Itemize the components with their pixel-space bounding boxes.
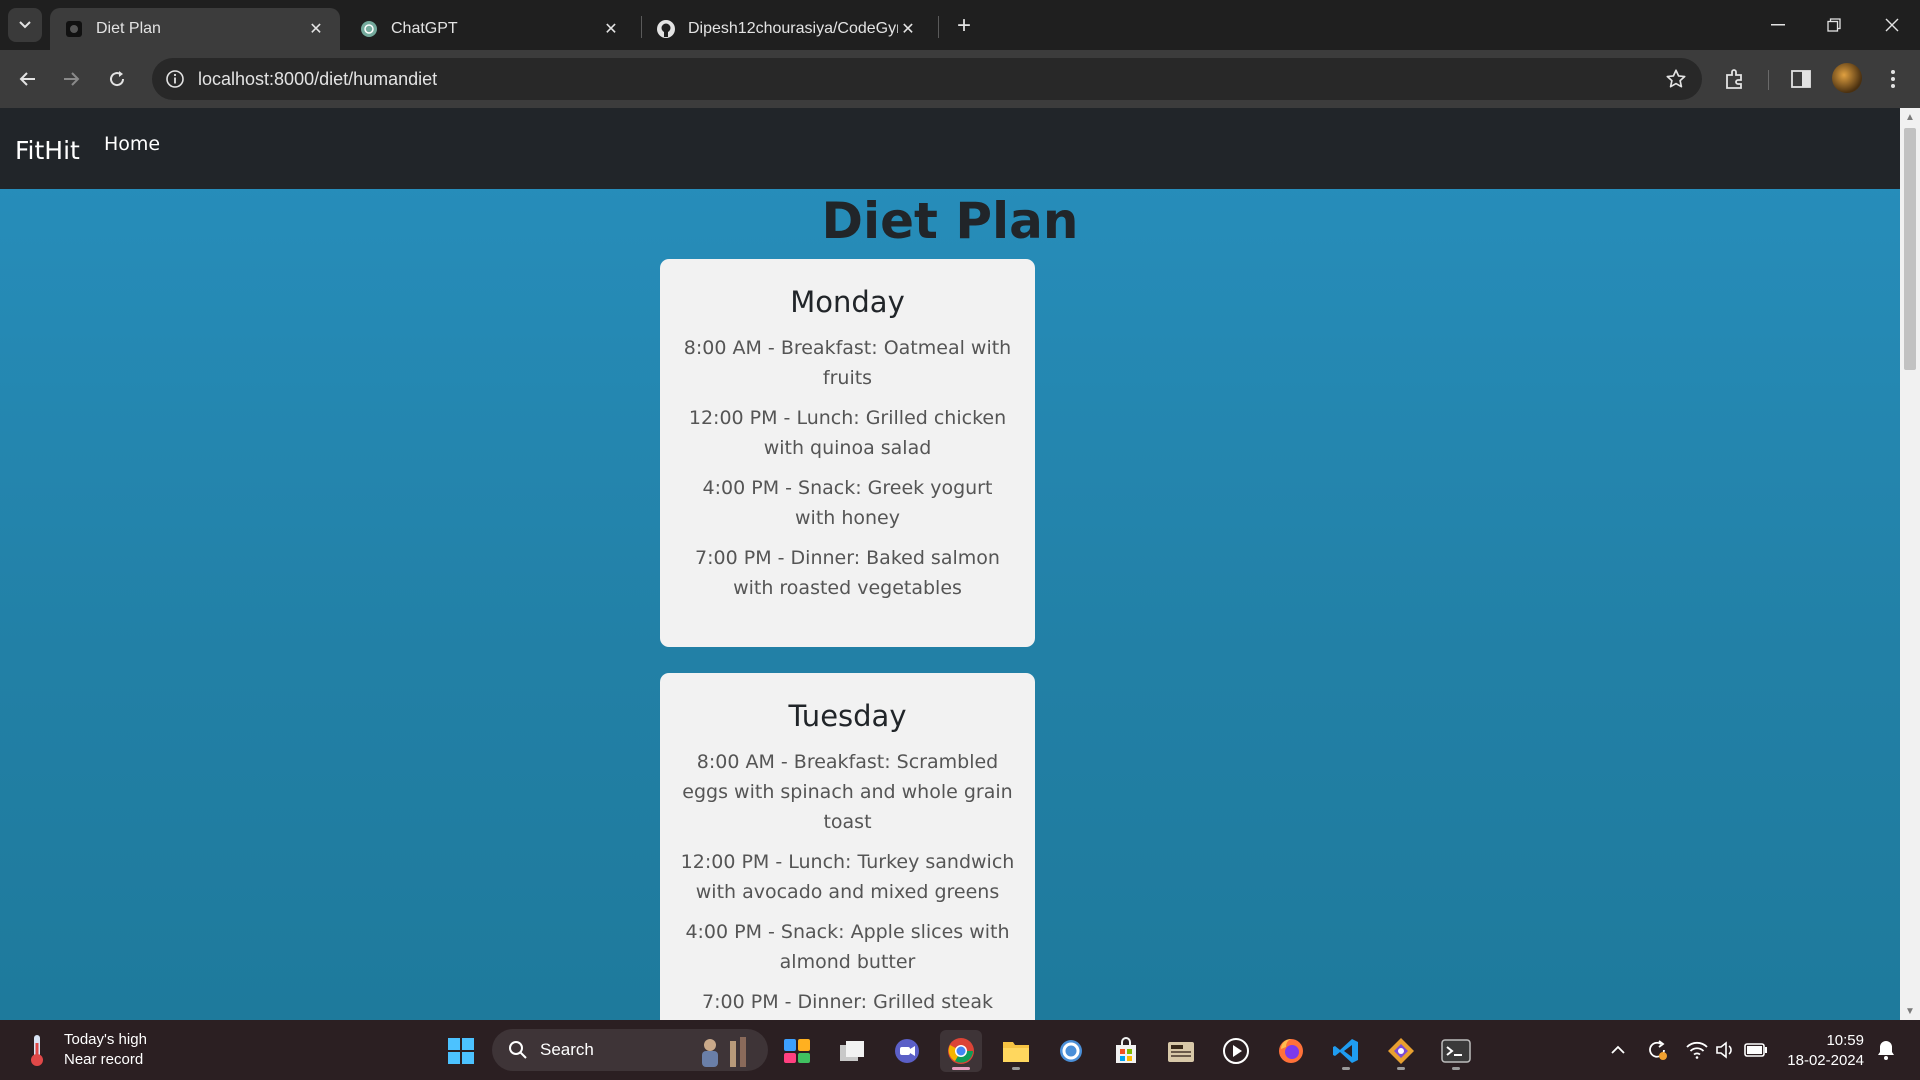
url-text[interactable]: localhost:8000/diet/humandiet bbox=[198, 69, 1664, 90]
tab-title: ChatGPT bbox=[391, 20, 458, 37]
clock-time: 10:59 bbox=[1826, 1032, 1864, 1049]
vscode-icon[interactable] bbox=[1325, 1030, 1367, 1072]
volume-icon[interactable] bbox=[1714, 1038, 1738, 1062]
settings-gear-icon[interactable] bbox=[1050, 1030, 1092, 1072]
meal-item: 8:00 AM - Breakfast: Oatmeal with fruits bbox=[683, 337, 1012, 389]
new-tab-button[interactable]: + bbox=[950, 12, 978, 40]
windows-start-icon[interactable] bbox=[440, 1030, 482, 1072]
close-window-icon[interactable] bbox=[1864, 0, 1920, 50]
github-icon bbox=[656, 19, 676, 39]
site-info-icon[interactable] bbox=[164, 68, 186, 90]
chevron-down-icon bbox=[19, 21, 31, 29]
day-heading: Tuesday bbox=[788, 699, 907, 733]
news-app-icon[interactable] bbox=[1160, 1030, 1202, 1072]
meal-item: 4:00 PM - Snack: Greek yogurt with honey bbox=[702, 477, 993, 529]
day-heading: Monday bbox=[790, 285, 905, 319]
page-viewport: FitHit Home Diet Plan Monday 8:00 AM - B… bbox=[0, 108, 1900, 1020]
tab-search-button[interactable] bbox=[8, 8, 42, 42]
page-scrollbar[interactable]: ▲ ▼ bbox=[1900, 108, 1920, 1020]
tab-chatgpt[interactable]: ChatGPT ✕ bbox=[345, 8, 635, 50]
tab-github[interactable]: Dipesh12chourasiya/CodeGym ✕ bbox=[642, 8, 932, 50]
site-favicon-icon bbox=[64, 19, 84, 39]
forward-icon[interactable] bbox=[55, 62, 89, 96]
thermometer-icon bbox=[24, 1032, 50, 1068]
weather-line2: Near record bbox=[64, 1051, 144, 1068]
weather-widget[interactable]: Today's high Near record bbox=[24, 1030, 147, 1070]
taskbar-clock[interactable]: 10:59 18-02-2024 bbox=[1784, 1031, 1864, 1071]
running-indicator bbox=[1012, 1067, 1020, 1070]
tab-diet-plan[interactable]: Diet Plan ✕ bbox=[50, 8, 340, 50]
active-indicator bbox=[952, 1067, 970, 1070]
browser-tab-strip: Diet Plan ✕ ChatGPT ✕ Dipesh12chourasiya… bbox=[0, 0, 1920, 50]
running-indicator bbox=[1397, 1067, 1405, 1070]
search-label: Search bbox=[540, 1040, 594, 1059]
terminal-icon[interactable] bbox=[1435, 1030, 1477, 1072]
firefox-icon[interactable] bbox=[1270, 1030, 1312, 1072]
windows-taskbar: Today's high Near record Search 10:59 18… bbox=[0, 1020, 1920, 1080]
meal-item: 8:00 AM - Breakfast: Scrambled eggs with… bbox=[682, 751, 1013, 833]
restore-icon[interactable] bbox=[1806, 0, 1862, 50]
scroll-down-icon[interactable]: ▼ bbox=[1900, 1002, 1920, 1020]
chrome-app-icon[interactable] bbox=[940, 1030, 982, 1072]
meal-item: 7:00 PM - Dinner: Grilled steak with swe… bbox=[702, 991, 993, 1013]
extensions-icon[interactable] bbox=[1718, 62, 1752, 96]
bookmark-star-icon[interactable] bbox=[1664, 67, 1688, 91]
clock-date: 18-02-2024 bbox=[1787, 1052, 1864, 1069]
weather-line1: Today's high bbox=[64, 1031, 147, 1048]
battery-icon[interactable] bbox=[1744, 1038, 1768, 1062]
day-card-tuesday: Tuesday 8:00 AM - Breakfast: Scrambled e… bbox=[660, 673, 1035, 1020]
running-indicator bbox=[1452, 1067, 1460, 1070]
chevron-up-icon[interactable] bbox=[1606, 1038, 1630, 1062]
close-tab-icon[interactable]: ✕ bbox=[306, 19, 326, 39]
profile-avatar[interactable] bbox=[1832, 63, 1862, 93]
meet-app-icon[interactable] bbox=[886, 1030, 928, 1072]
browser-toolbar: localhost:8000/diet/humandiet bbox=[0, 50, 1920, 108]
running-indicator bbox=[1342, 1067, 1350, 1070]
brand-logo[interactable]: FitHit bbox=[15, 136, 80, 165]
wifi-icon[interactable] bbox=[1685, 1038, 1709, 1062]
page-title: Diet Plan bbox=[821, 192, 1079, 250]
scrollbar-thumb[interactable] bbox=[1904, 128, 1916, 370]
nav-link-home[interactable]: Home bbox=[104, 133, 160, 155]
git-app-icon[interactable] bbox=[1380, 1030, 1422, 1072]
address-bar[interactable]: localhost:8000/diet/humandiet bbox=[152, 58, 1702, 100]
meal-item: 12:00 PM - Lunch: Grilled chicken with q… bbox=[688, 407, 1007, 459]
meal-item: 12:00 PM - Lunch: Turkey sandwich with a… bbox=[680, 851, 1015, 903]
search-highlight-icon bbox=[694, 1033, 756, 1067]
notification-bell-icon[interactable] bbox=[1874, 1038, 1898, 1062]
day-card-monday: Monday 8:00 AM - Breakfast: Oatmeal with… bbox=[660, 259, 1035, 647]
close-tab-icon[interactable]: ✕ bbox=[898, 19, 918, 39]
tab-separator bbox=[938, 16, 939, 38]
site-navbar: FitHit Home bbox=[0, 108, 1900, 189]
meal-item: 4:00 PM - Snack: Apple slices with almon… bbox=[685, 921, 1010, 973]
side-panel-icon[interactable] bbox=[1784, 62, 1818, 96]
store-app-icon[interactable] bbox=[1105, 1030, 1147, 1072]
minimize-icon[interactable] bbox=[1750, 0, 1806, 50]
tab-title: Dipesh12chourasiya/CodeGym bbox=[688, 20, 898, 37]
widgets-app-icon[interactable] bbox=[776, 1030, 818, 1072]
chatgpt-icon bbox=[359, 19, 379, 39]
file-explorer-icon[interactable] bbox=[995, 1030, 1037, 1072]
search-icon bbox=[508, 1040, 528, 1060]
sync-icon[interactable] bbox=[1645, 1038, 1669, 1062]
back-icon[interactable] bbox=[10, 62, 44, 96]
task-view-icon[interactable] bbox=[831, 1030, 873, 1072]
menu-kebab-icon[interactable] bbox=[1876, 62, 1910, 96]
reload-icon[interactable] bbox=[100, 62, 134, 96]
media-player-icon[interactable] bbox=[1215, 1030, 1257, 1072]
meal-item: 7:00 PM - Dinner: Baked salmon with roas… bbox=[695, 547, 1000, 599]
toolbar-divider bbox=[1768, 70, 1769, 90]
taskbar-search[interactable]: Search bbox=[492, 1029, 768, 1071]
scroll-up-icon[interactable]: ▲ bbox=[1900, 108, 1920, 126]
tab-title: Diet Plan bbox=[96, 20, 161, 37]
close-tab-icon[interactable]: ✕ bbox=[601, 19, 621, 39]
